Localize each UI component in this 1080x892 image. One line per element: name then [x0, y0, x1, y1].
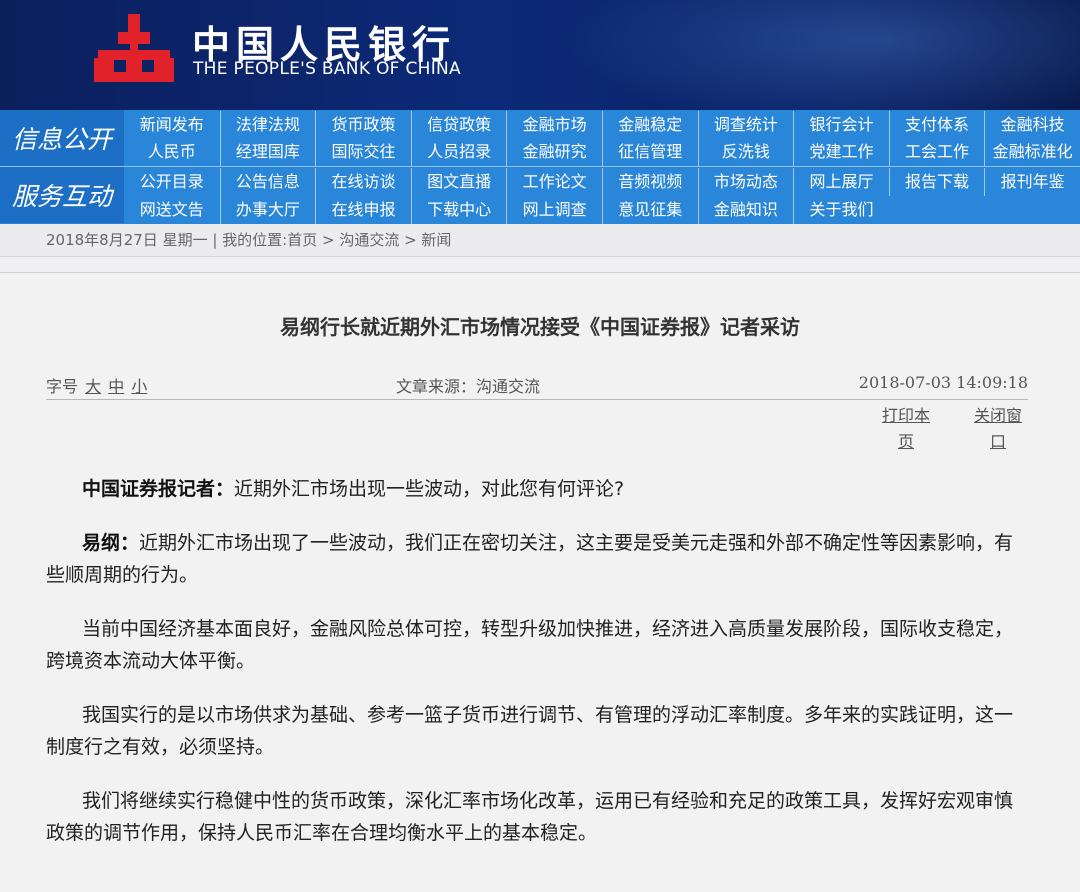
nav-link[interactable]: 法律法规 — [219, 111, 316, 139]
paragraph-3: 我国实行的是以市场供求为基础、参考一篮子货币进行调节、有管理的浮动汇率制度。多年… — [46, 704, 1014, 758]
nav-link[interactable]: 反洗钱 — [697, 138, 794, 166]
nav-link[interactable]: 网送文告 — [124, 196, 220, 224]
article-date: 2018-07-03 14:09:18 — [858, 373, 1028, 392]
breadcrumb: 2018年8月27日 星期一 | 我的位置:首页 > 沟通交流 > 新闻 — [0, 224, 1080, 257]
answer-speaker: 易纲： — [82, 532, 140, 554]
nav-link[interactable]: 意见征集 — [601, 196, 698, 224]
nav-link[interactable]: 金融稳定 — [601, 111, 698, 139]
banner-glow — [560, 0, 1080, 110]
paragraph-answer: 易纲：近期外汇市场出现了一些波动，我们正在密切关注，这主要是受美元走强和外部不确… — [46, 527, 1026, 591]
nav-link[interactable]: 支付体系 — [888, 111, 985, 139]
section-info-disclosure[interactable]: 信息公开 — [0, 110, 124, 166]
paragraph-2: 当前中国经济基本面良好，金融风险总体可控，转型升级加快推进，经济进入高质量发展阶… — [46, 618, 1014, 672]
nav-empty-cell — [889, 196, 985, 224]
nav-link[interactable]: 音频视频 — [601, 168, 698, 196]
nav-link[interactable]: 人员招录 — [410, 138, 507, 166]
article-container: 易纲行长就近期外汇市场情况接受《中国证券报》记者采访 字号 大 中 小 文章来源… — [0, 272, 1080, 892]
nav-row-3: 公开目录 公告信息 在线访谈 图文直播 工作论文 音频视频 市场动态 网上展厅 报告下载 报刊年鉴 — [124, 168, 1080, 196]
nav-link[interactable]: 网上调查 — [506, 196, 602, 224]
nav-link[interactable]: 银行会计 — [793, 111, 889, 139]
pboc-logo-icon[interactable] — [92, 12, 176, 86]
nav-link[interactable]: 信贷政策 — [410, 111, 507, 139]
font-size-small-link[interactable]: 小 — [131, 377, 147, 396]
nav-link[interactable]: 报告下载 — [888, 168, 985, 196]
question-text: 近期外汇市场出现一些波动，对此您有何评论? — [234, 478, 625, 500]
nav-link[interactable]: 新闻发布 — [124, 111, 220, 139]
font-size-large-link[interactable]: 大 — [85, 377, 101, 396]
nav-link[interactable]: 图文直播 — [410, 168, 507, 196]
question-speaker: 中国证券报记者： — [82, 478, 235, 500]
nav-divider — [0, 166, 1080, 167]
article-title: 易纲行长就近期外汇市场情况接受《中国证券报》记者采访 — [280, 315, 800, 339]
nav-row-2: 人民币 经理国库 国际交往 人员招录 金融研究 征信管理 反洗钱 党建工作 工会工作 金融标准化 — [124, 138, 1080, 166]
nav-link[interactable]: 金融标准化 — [984, 138, 1080, 166]
nav-link[interactable]: 报刊年鉴 — [984, 168, 1080, 196]
nav-link[interactable]: 市场动态 — [697, 168, 794, 196]
nav-link[interactable]: 公开目录 — [124, 168, 220, 196]
nav-link[interactable]: 关于我们 — [793, 196, 889, 224]
nav-link[interactable]: 网上展厅 — [793, 168, 889, 196]
nav-link[interactable]: 下载中心 — [410, 196, 507, 224]
nav-link[interactable]: 金融知识 — [697, 196, 794, 224]
answer-text: 近期外汇市场出现了一些波动，我们正在密切关注，这主要是受美元走强和外部不确定性等… — [46, 532, 1014, 586]
nav-row-1: 新闻发布 法律法规 货币政策 信贷政策 金融市场 金融稳定 调查统计 银行会计 支付体系 金融科技 — [124, 111, 1080, 139]
nav-link[interactable]: 在线访谈 — [315, 168, 411, 196]
font-size-controls: 字号 大 中 小 — [46, 373, 147, 397]
bank-name-english: THE PEOPLE'S BANK OF CHINA — [193, 59, 461, 79]
nav-link[interactable]: 金融市场 — [506, 111, 602, 139]
nav-link[interactable]: 调查统计 — [697, 111, 794, 139]
section-service-interaction[interactable]: 服务互动 — [0, 167, 124, 223]
nav-link[interactable]: 人民币 — [124, 138, 220, 166]
paragraph-question: 中国证券报记者：近期外汇市场出现一些波动，对此您有何评论? — [46, 473, 1026, 505]
font-size-medium-link[interactable]: 中 — [108, 377, 124, 396]
nav-link[interactable]: 金融科技 — [984, 111, 1080, 139]
article-body: 中国证券报记者：近期外汇市场出现一些波动，对此您有何评论? 易纲：近期外汇市场出… — [46, 473, 1026, 871]
nav-link[interactable]: 货币政策 — [315, 111, 411, 139]
paragraph-4: 我们将继续实行稳健中性的货币政策，深化汇率市场化改革，运用已有经验和充足的政策工… — [46, 790, 1014, 844]
article-source: 文章来源：沟通交流 — [396, 377, 541, 396]
nav-link[interactable]: 经理国库 — [219, 138, 316, 166]
close-window-link[interactable]: 关闭窗口 — [968, 403, 1028, 455]
nav-row-4: 网送文告 办事大厅 在线申报 下载中心 网上调查 意见征集 金融知识 关于我们 — [124, 196, 1080, 224]
breadcrumb-text: 2018年8月27日 星期一 | 我的位置:首页 > 沟通交流 > 新闻 — [46, 231, 452, 249]
site-banner: 中国人民银行 THE PEOPLE'S BANK OF CHINA — [0, 0, 1080, 110]
article-meta: 字号 大 中 小 文章来源：沟通交流 2018-07-03 14:09:18 — [46, 369, 1028, 400]
nav-link[interactable]: 公告信息 — [219, 168, 316, 196]
nav-link[interactable]: 在线申报 — [315, 196, 411, 224]
nav-link[interactable]: 金融研究 — [506, 138, 602, 166]
nav-link[interactable]: 工作论文 — [506, 168, 602, 196]
nav-link[interactable]: 党建工作 — [793, 138, 889, 166]
nav-link[interactable]: 工会工作 — [888, 138, 985, 166]
font-size-label: 字号 — [46, 377, 79, 396]
nav-link[interactable]: 国际交往 — [315, 138, 411, 166]
nav-link[interactable]: 征信管理 — [601, 138, 698, 166]
nav-link[interactable]: 办事大厅 — [219, 196, 316, 224]
print-page-link[interactable]: 打印本页 — [876, 403, 936, 455]
main-navigation: 信息公开 服务互动 新闻发布 法律法规 货币政策 信贷政策 金融市场 金融稳定 调查统计 银行… — [0, 110, 1080, 224]
nav-empty-cell — [984, 196, 1080, 224]
